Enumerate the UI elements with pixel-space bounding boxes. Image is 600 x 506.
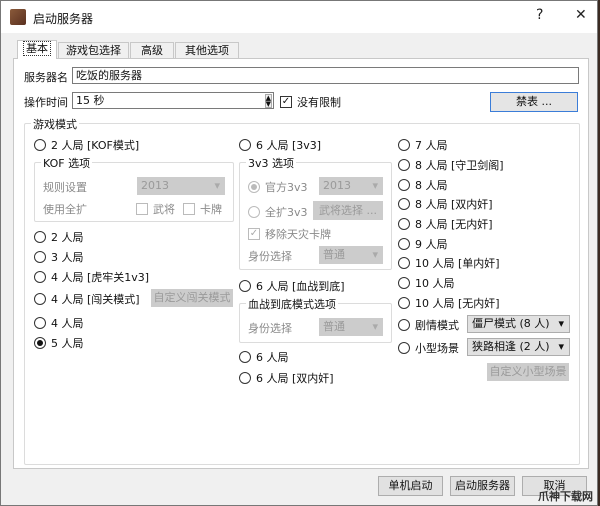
mode-radio[interactable]: 6 人局	[239, 349, 289, 365]
rule-combo[interactable]: 2013	[137, 177, 225, 195]
op-time-value: 15 秒	[76, 94, 105, 107]
identity-label: 身份选择	[248, 322, 292, 335]
mode-radio[interactable]: 3 人局	[34, 249, 84, 265]
op-time-label: 操作时间	[24, 96, 68, 109]
mode-radio[interactable]: 10 人局 [无内奸]	[398, 295, 500, 311]
radio-label: 4 人局 [闯关模式]	[51, 293, 140, 306]
custom-pass-button[interactable]: 自定义闯关模式	[151, 289, 233, 307]
tab-advanced[interactable]: 高级	[130, 42, 174, 59]
watermark: 爪神下载网	[538, 490, 593, 503]
radio-label: 8 人局 [双内奸]	[415, 198, 493, 211]
3v3-options-group: 3v3 选项 官方3v3 2013 全扩3v3 武将选择 ... ✓移除天灾卡牌…	[239, 155, 392, 270]
group-label: 游戏模式	[31, 116, 79, 132]
remove-disaster-checkbox[interactable]: ✓ 移除天灾卡牌	[248, 226, 331, 242]
radio-label: 3 人局	[51, 251, 84, 264]
rule-label: 规则设置	[43, 181, 87, 194]
radio-label: 10 人局 [无内奸]	[415, 297, 500, 310]
mode-radio[interactable]: 4 人局 [虎牢关1v3]	[34, 269, 149, 285]
mini-scene-combo[interactable]: 狭路相逢 (2 人)	[467, 338, 570, 356]
tab-other[interactable]: 其他选项	[175, 42, 239, 59]
no-limit-label: 没有限制	[297, 96, 341, 109]
mode-3v3-radio[interactable]: 6 人局 [3v3]	[239, 137, 321, 153]
radio-label: 8 人局 [无内奸]	[415, 218, 493, 231]
mode-kof-radio[interactable]: 2 人局 [KOF模式]	[34, 137, 139, 153]
radio-label: 6 人局 [双内奸]	[256, 372, 334, 385]
identity-combo[interactable]: 普通	[319, 246, 383, 264]
mode-radio[interactable]: 7 人局	[398, 137, 448, 153]
bloody-options-group: 血战到底模式选项 身份选择 普通	[239, 296, 392, 343]
help-button[interactable]: ?	[536, 7, 543, 23]
mini-scene-radio[interactable]: 小型场景	[398, 340, 459, 356]
ban-list-button[interactable]: 禁表 ...	[490, 92, 578, 112]
radio-label: 6 人局 [血战到底]	[256, 280, 345, 293]
mode-radio[interactable]: 9 人局	[398, 236, 448, 252]
radio-label: 官方3v3	[265, 181, 308, 194]
server-name-label: 服务器名	[24, 71, 68, 84]
radio-label: 2 人局 [KOF模式]	[51, 139, 140, 152]
close-button[interactable]: ✕	[575, 7, 587, 23]
radio-label: 8 人局	[415, 179, 448, 192]
full-3v3-radio[interactable]: 全扩3v3	[248, 204, 308, 220]
spinner-arrows-icon[interactable]: ▲ ▼	[264, 94, 272, 108]
general-checkbox[interactable]: 武将	[136, 201, 175, 217]
radio-label: 小型场景	[415, 342, 459, 355]
mode-radio[interactable]: 8 人局	[398, 177, 448, 193]
start-server-button[interactable]: 启动服务器	[450, 476, 515, 496]
tab-label: 基本	[23, 41, 51, 56]
group-label: 血战到底模式选项	[246, 296, 338, 312]
kof-options-group: KOF 选项 规则设置 2013 使用全扩 武将 卡牌	[34, 155, 234, 222]
radio-label: 2 人局	[51, 231, 84, 244]
radio-label: 4 人局 [虎牢关1v3]	[51, 271, 150, 284]
app-icon	[10, 9, 26, 25]
tab-packages[interactable]: 游戏包选择	[58, 42, 129, 59]
radio-label: 6 人局 [3v3]	[256, 139, 322, 152]
server-name-input[interactable]: 吃饭的服务器	[72, 67, 579, 84]
checkbox-icon: ✓	[280, 96, 292, 108]
group-label: KOF 选项	[41, 155, 93, 171]
radio-label: 10 人局 [单内奸]	[415, 257, 500, 270]
mode-radio[interactable]: 8 人局 [无内奸]	[398, 216, 493, 232]
story-mode-combo[interactable]: 僵尸模式 (8 人)	[467, 315, 570, 333]
mode-radio[interactable]: 4 人局	[34, 315, 84, 331]
card-checkbox[interactable]: 卡牌	[183, 201, 222, 217]
mode-radio[interactable]: 6 人局 [双内奸]	[239, 370, 334, 386]
mode-radio[interactable]: 8 人局 [守卫剑阁]	[398, 157, 504, 173]
official-3v3-radio[interactable]: 官方3v3	[248, 179, 308, 195]
identity-label: 身份选择	[248, 250, 292, 263]
mode-radio-selected[interactable]: 5 人局	[34, 335, 84, 351]
tab-panel: 服务器名 吃饭的服务器 操作时间 15 秒 ▲ ▼ ✓ 没有限制 禁表 ... 游戏模…	[13, 58, 589, 469]
group-label: 3v3 选项	[246, 155, 297, 171]
radio-label: 剧情模式	[415, 319, 459, 332]
select-general-button[interactable]: 武将选择 ...	[313, 201, 383, 220]
radio-label: 10 人局	[415, 277, 455, 290]
checkbox-label: 武将	[153, 203, 175, 216]
checkbox-label: 卡牌	[200, 203, 222, 216]
radio-label: 5 人局	[51, 337, 84, 350]
radio-label: 7 人局	[415, 139, 448, 152]
no-limit-checkbox[interactable]: ✓ 没有限制	[280, 94, 341, 110]
radio-label: 8 人局 [守卫剑阁]	[415, 159, 504, 172]
expand-label: 使用全扩	[43, 203, 87, 216]
mode-bloody-radio[interactable]: 6 人局 [血战到底]	[239, 278, 345, 294]
radio-label: 6 人局	[256, 351, 289, 364]
custom-mini-scene-button[interactable]: 自定义小型场景	[487, 363, 569, 381]
window-title: 启动服务器	[33, 12, 94, 26]
identity-combo[interactable]: 普通	[319, 318, 383, 336]
single-start-button[interactable]: 单机启动	[378, 476, 443, 496]
checkbox-label: 移除天灾卡牌	[265, 228, 331, 241]
radio-label: 4 人局	[51, 317, 84, 330]
mode-radio[interactable]: 8 人局 [双内奸]	[398, 196, 493, 212]
mode-radio[interactable]: 10 人局 [单内奸]	[398, 255, 500, 271]
mode-radio[interactable]: 2 人局	[34, 229, 84, 245]
radio-label: 全扩3v3	[265, 206, 308, 219]
tab-basic[interactable]: 基本	[17, 40, 57, 59]
title-bar: 启动服务器 ? ✕	[1, 1, 597, 33]
mode-radio[interactable]: 4 人局 [闯关模式]	[34, 291, 140, 307]
op-time-spinner[interactable]: 15 秒 ▲ ▼	[72, 92, 274, 109]
radio-label: 9 人局	[415, 238, 448, 251]
official-combo[interactable]: 2013	[319, 177, 383, 195]
story-mode-radio[interactable]: 剧情模式	[398, 317, 459, 333]
mode-radio[interactable]: 10 人局	[398, 275, 455, 291]
dialog-window: 启动服务器 ? ✕ 基本 游戏包选择 高级 其他选项 服务器名 吃饭的服务器 操…	[0, 0, 598, 506]
